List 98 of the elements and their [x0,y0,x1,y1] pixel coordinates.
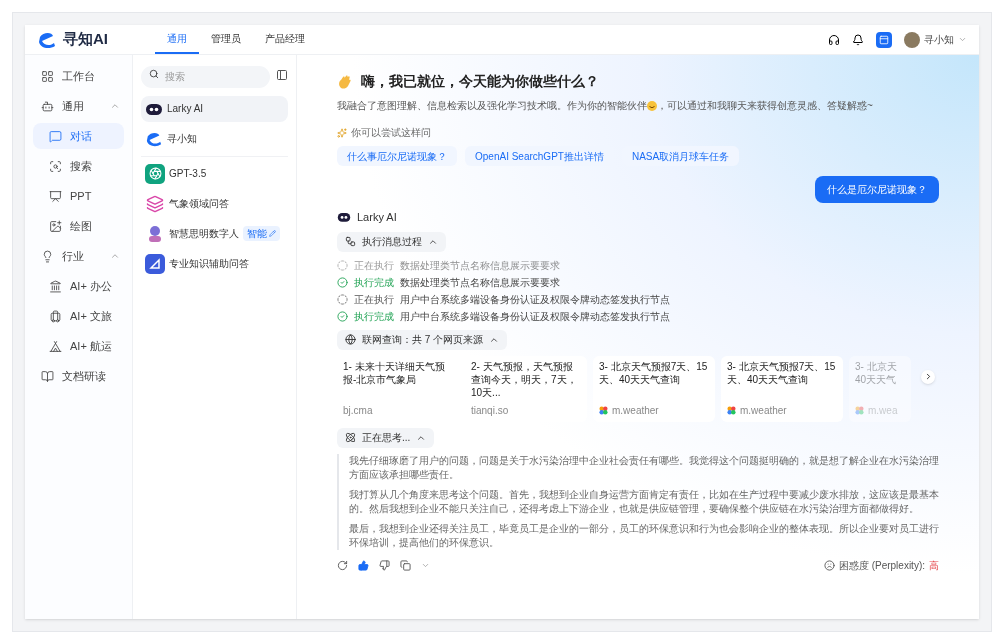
assistant-badge: 智能 [243,226,280,241]
thought-paragraph: 最后，我想到企业还得关注员工，毕竟员工是企业的一部分，员工的环保意识和行为也会影响企业的整体表现。所以企业要对员工进行环保培训，提高他们的环保意识。 [349,521,939,550]
step-status: 执行完成 [354,275,394,290]
avatar[interactable] [904,31,920,48]
source-site: tianqi.so [471,403,509,418]
suggestion-chip[interactable]: 什么事厄尔尼诺现象？ [337,146,457,166]
nav-icon [41,69,54,83]
intro-text: ，可以通过和我聊天来获得创意灵感、答疑解惑~ [657,99,873,113]
step-text: 数据处理类节点名称信息展示要要求 [400,275,560,290]
nav-item[interactable]: AI+ 航运 [33,333,124,359]
step-text: 用户中台系统多端设备身份认证及权限令牌动态签发执行节点 [400,309,670,324]
source-title: 3- 北京天气预报7天、15天、40天天气查询 [599,359,709,386]
copy-icon[interactable] [400,559,411,571]
nav-icon [49,219,62,233]
nav-group[interactable]: 行业 [33,243,124,269]
nav-icon [41,369,54,383]
assistant-item[interactable]: GPT-3.5 [141,160,288,187]
logo-icon [37,30,57,49]
flower-icon [727,405,736,415]
suggestion-label: 你可以尝试这样问 [351,126,431,140]
step-status: 正在执行 [354,258,394,273]
perplexity-label: 困惑度 (Perplexity): [838,558,925,573]
nav-group[interactable]: 通用 [33,93,124,119]
thought-paragraph: 我先仔细琢磨了用户的问题，问题是关于水污染治理中企业社会责任有哪些。我觉得这个问题挺明确的，就是想了解企业在水污染治理方面应该承担哪些责任。 [349,453,939,482]
step-status: 正在执行 [354,292,394,307]
chevron-icon [110,101,120,111]
source-card[interactable]: 3- 北京天气预报7天、15天、40天天气查询 m.weather [721,355,843,422]
thumbs-up-icon[interactable] [358,559,369,571]
nav-icon [49,159,62,173]
nav-item[interactable]: 绘图 [33,213,124,239]
nav-item[interactable]: PPT [33,183,124,209]
source-title: 3- 北京天气预报7天、15天、40天天气查询 [727,359,837,386]
assistant-item[interactable]: 智慧思明数字人 智能 [141,220,288,247]
source-title: 2- 天气预报，天气预报查询今天，明天，7天，10天... [471,359,578,399]
source-card[interactable]: 3- 北京天气预报7天、15天、40天天气查询 m.weather [593,355,715,422]
source-site: bj.cma [343,403,373,418]
smiley-icon [647,100,657,111]
thumbs-down-icon[interactable] [379,559,390,571]
nav-icon [49,339,62,353]
step-text: 用户中台系统多端设备身份认证及权限令牌动态签发执行节点 [400,292,670,307]
nav-item[interactable]: 文档研读 [33,363,124,389]
nav-icon [49,279,62,293]
assistant-item[interactable]: 专业知识辅助问答 [141,250,288,277]
perplexity-value: 高 [929,558,939,573]
sparkle-icon [337,127,347,138]
layers-icon [145,193,165,214]
source-site: m.weather [612,403,659,418]
top-tab[interactable]: 管理员 [199,25,253,54]
face-icon [823,559,835,571]
search-icon [149,69,159,79]
intro-text: 我融合了意图理解、信息检索以及强化学习技术哦。作为你的智能伙伴 [337,99,647,113]
bell-icon[interactable] [852,33,864,46]
flower-icon [855,405,864,415]
waving-hand-icon [337,73,353,90]
process-toggle[interactable]: 执行消息过程 [337,231,446,252]
top-tab[interactable]: 通用 [155,25,199,54]
nav-icon [49,129,62,143]
bot-name: Larky AI [357,210,397,225]
sources-toggle[interactable]: 联网查询：共 7 个网页来源 [337,329,508,350]
step-text: 数据处理类节点名称信息展示要要求 [400,258,560,273]
search-field[interactable]: 搜索 [141,65,270,88]
atom-icon [345,432,356,443]
nav-item[interactable]: 对话 [33,123,124,149]
thought-paragraph: 我打算从几个角度来思考这个问题。首先，我想到企业自身运营方面肯定有责任，比如在生产过程中要减少废水排放，这应该是最基本的。然后我想到企业不能只关注自己，还得考虑上下游企业，也就是供应链管理，要确保整个供应链在水污染治理方面都做得好。 [349,487,939,516]
nav-icon [41,249,54,263]
user-message-bubble: 什么是厄尔尼诺现象？ [815,176,939,203]
nav-icon [49,189,62,203]
chevron-icon [110,251,120,261]
nav-item[interactable]: AI+ 文旅 [33,303,124,329]
layout-button[interactable] [876,31,892,48]
step-status: 执行完成 [354,309,394,324]
thinking-toggle[interactable]: 正在思考... [337,427,435,448]
assistant-item[interactable]: Larky AI [141,95,288,122]
flow-icon [345,236,356,247]
user-name[interactable]: 寻小知 [924,32,954,47]
triangle-ruler-icon [145,253,165,274]
next-button[interactable] [921,369,935,384]
greeting-title: 嗨，我已就位，今天能为你做些什么？ [361,72,599,91]
globe-icon [345,334,356,345]
brand-name: 寻知AI [63,29,108,50]
gpt-icon [145,163,165,184]
assistant-item[interactable]: 寻小知 [141,125,288,152]
source-site: m.weather [740,403,787,418]
nav-item[interactable]: 工作台 [33,63,124,89]
headset-icon[interactable] [828,33,840,46]
source-title: 3- 北京天 40天天气 [855,359,898,386]
logo-icon [145,130,163,147]
nav-item[interactable]: AI+ 办公 [33,273,124,299]
source-title: 1- 未来十天详细天气预报-北京市气象局 [343,359,446,386]
nav-item[interactable]: 搜索 [33,153,124,179]
nav-icon [49,309,62,323]
assistant-item[interactable]: 气象领域问答 [141,190,288,217]
top-tab[interactable]: 产品经理 [253,25,317,54]
regenerate-icon[interactable] [337,559,348,571]
robot-icon [337,210,351,225]
flower-icon [599,405,608,415]
sidebar-toggle-icon[interactable] [276,69,288,82]
nav-icon [41,99,54,113]
